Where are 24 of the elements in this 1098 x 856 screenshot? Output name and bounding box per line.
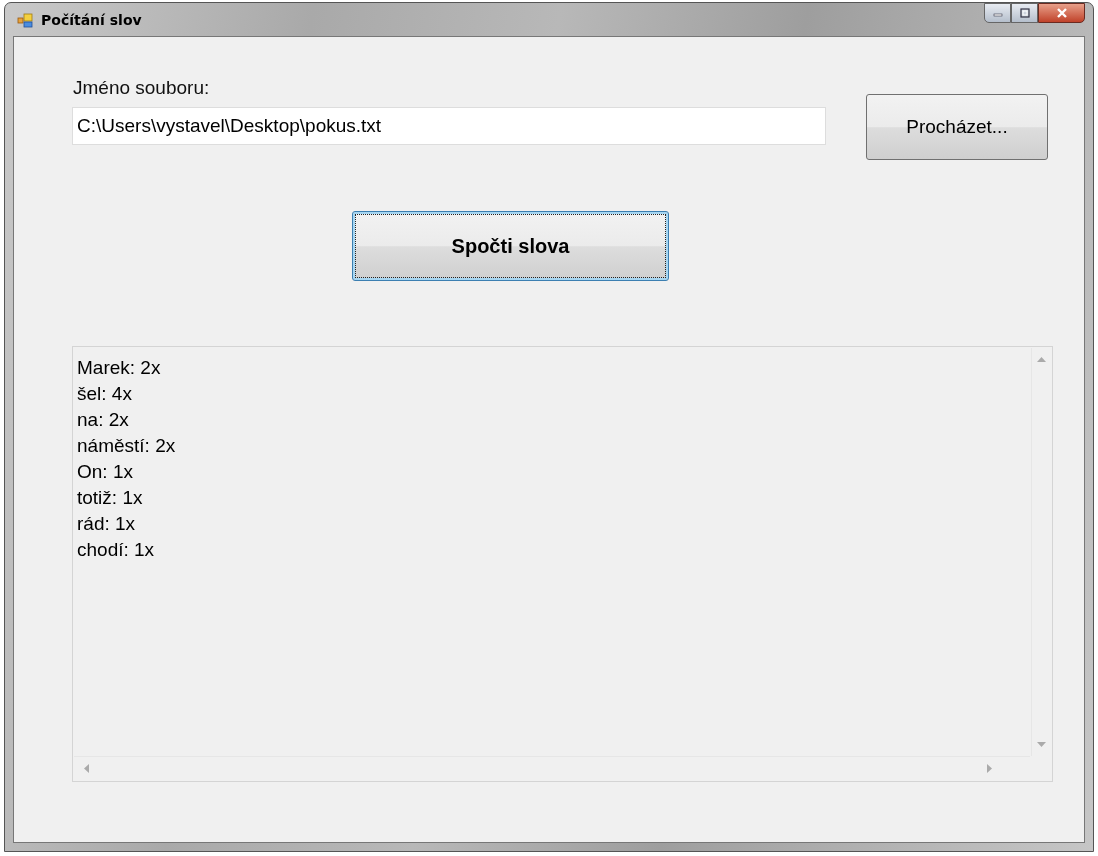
scroll-right-icon: [987, 764, 992, 773]
output-line: totiž: 1x: [77, 486, 143, 510]
scroll-down-icon: [1037, 742, 1046, 747]
file-path-field[interactable]: C:\Users\vystavel\Desktop\pokus.txt: [72, 107, 826, 145]
output-line: rád: 1x: [77, 512, 136, 536]
output-line: Marek: 2x: [77, 356, 161, 380]
window-title: Počítání slov: [41, 11, 142, 28]
output-text-area[interactable]: Marek: 2x šel: 4x na: 2x náměstí: 2x On: 1x totiž: 1x rád: 1x chodí: 1x: [72, 346, 1053, 782]
output-line: On: 1x: [77, 460, 133, 484]
scroll-up-icon: [1037, 357, 1046, 362]
scroll-left-icon: [84, 764, 89, 773]
file-name-label: Jméno souboru:: [72, 77, 211, 99]
count-words-button[interactable]: Spočti slova: [352, 211, 669, 281]
close-button[interactable]: [1038, 3, 1085, 23]
output-line: na: 2x: [77, 408, 129, 432]
maximize-button[interactable]: [1011, 3, 1038, 23]
minimize-button[interactable]: [984, 3, 1011, 23]
output-line: náměstí: 2x: [77, 434, 176, 458]
output-line: chodí: 1x: [77, 538, 155, 562]
close-icon: [1054, 7, 1069, 19]
browse-button[interactable]: Procházet...: [866, 94, 1048, 160]
app-icon: [17, 11, 33, 28]
output-line: šel: 4x: [77, 382, 132, 406]
maximize-icon: [1018, 8, 1031, 18]
